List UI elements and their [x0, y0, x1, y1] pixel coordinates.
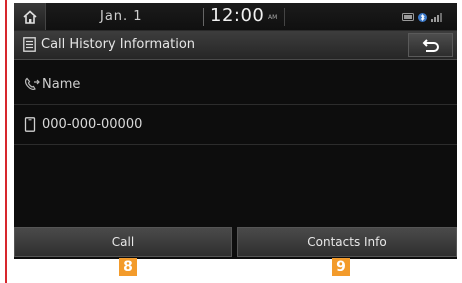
home-icon	[22, 9, 37, 24]
mobile-phone-icon	[24, 117, 36, 132]
usb-icon	[402, 13, 414, 21]
page-title: Call History Information	[41, 37, 196, 52]
phone-number-row: 000-000-00000	[14, 105, 457, 145]
phone-handset-icon	[24, 77, 40, 90]
back-arrow-icon	[422, 39, 439, 52]
margin-rule	[5, 0, 7, 283]
page-frame: Jan. 1 12:00 AM Call History Information…	[0, 0, 462, 283]
status-divider	[284, 8, 285, 26]
signal-icon	[431, 13, 442, 22]
status-bar: Jan. 1 12:00 AM	[14, 3, 457, 31]
call-button[interactable]: Call	[14, 227, 232, 257]
title-bar: Call History Information	[14, 31, 457, 60]
bluetooth-icon	[418, 12, 427, 22]
document-icon	[23, 37, 36, 52]
contact-name: Name	[42, 77, 81, 92]
status-time: 12:00	[210, 5, 265, 26]
back-button[interactable]	[408, 33, 453, 57]
callout-8: 8	[119, 258, 137, 276]
phone-number: 000-000-00000	[42, 117, 143, 132]
head-unit-screen: Jan. 1 12:00 AM Call History Information…	[14, 3, 457, 259]
status-date: Jan. 1	[100, 9, 143, 24]
callout-9: 9	[332, 258, 350, 276]
home-button[interactable]	[14, 3, 46, 30]
contacts-info-button[interactable]: Contacts Info	[237, 227, 457, 257]
status-divider	[203, 8, 204, 26]
status-icons	[402, 11, 443, 23]
status-ampm: AM	[268, 14, 278, 21]
contact-name-row: Name	[14, 65, 457, 105]
